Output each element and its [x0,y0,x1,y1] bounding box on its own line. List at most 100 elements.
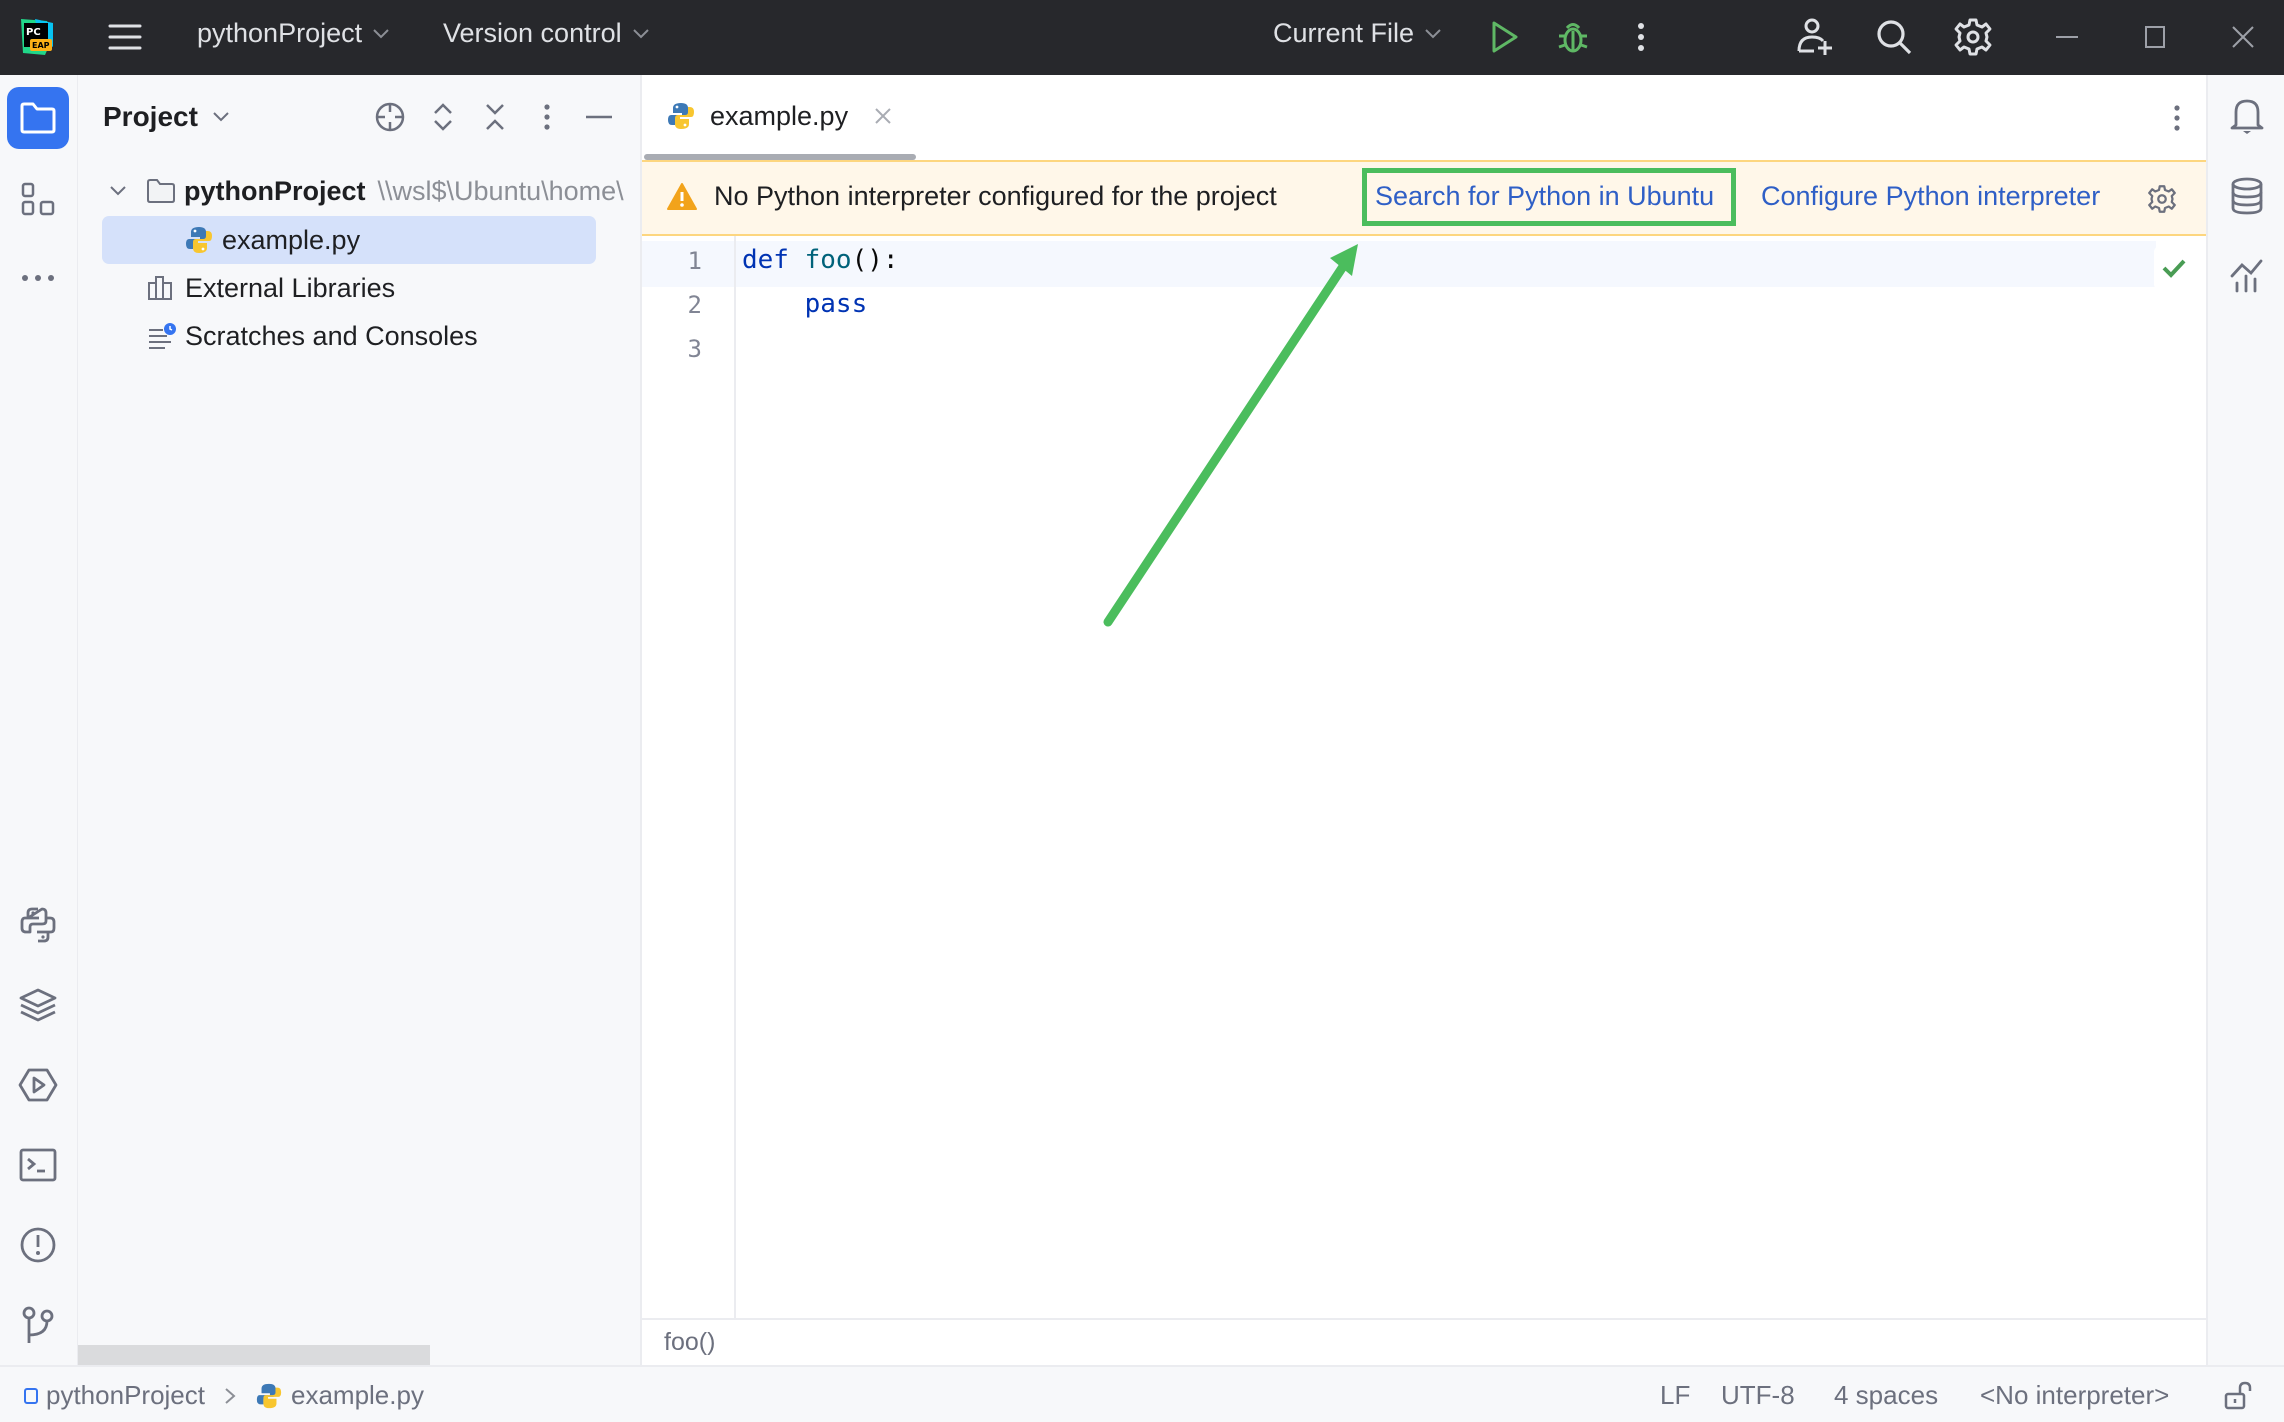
line-separator-widget[interactable]: LF [1660,1380,1690,1411]
code-breadcrumb-item[interactable]: foo() [664,1328,715,1357]
keyword-token: def [742,245,789,275]
profiler-button[interactable] [2222,251,2272,301]
pycharm-logo-icon[interactable]: PC EAP [14,14,60,60]
left-tool-window-bar [0,75,78,1365]
right-tool-window-bar [2206,75,2284,1365]
svg-text:EAP: EAP [32,41,50,50]
services-icon [18,1068,58,1102]
line-number-gutter [642,236,736,1318]
run-icon[interactable] [1482,14,1528,60]
title-bar: PC EAP pythonProject Version control Cur… [0,0,2284,75]
run-config-selector[interactable]: Current File [1273,18,1442,49]
warning-icon [667,183,697,210]
notifications-button[interactable] [2222,91,2272,141]
project-switcher[interactable]: pythonProject [197,18,390,49]
python-file-icon [256,1383,282,1408]
hide-panel-button[interactable] [579,97,619,137]
vcs-label: Version control [443,18,622,48]
notifications-icon [2230,99,2264,134]
collapse-all-button[interactable] [475,97,515,137]
line-number: 2 [687,291,702,319]
panel-title: Project [103,101,198,132]
layers-icon [19,988,57,1022]
chevron-down-icon[interactable] [108,184,128,198]
checkmark-icon [2162,259,2186,278]
banner-message: No Python interpreter configured for the… [714,181,1277,211]
module-icon [24,1387,38,1404]
structure-icon [21,182,55,216]
close-icon[interactable] [2220,14,2266,60]
code-line[interactable]: pass [742,289,868,319]
git-tool-button[interactable] [7,1294,69,1356]
nav-breadcrumb: pythonProject example.py [24,1380,424,1411]
maximize-icon[interactable] [2132,14,2178,60]
debug-icon[interactable] [1550,14,1596,60]
problems-tool-button[interactable] [7,1214,69,1276]
structure-tool-button[interactable] [7,168,69,230]
terminal-tool-button[interactable] [7,1134,69,1196]
locate-file-button[interactable] [370,97,410,137]
scratches-label: Scratches and Consoles [185,320,478,351]
chevron-down-icon [373,28,389,38]
configure-interpreter-link[interactable]: Configure Python interpreter [1761,181,2100,212]
breadcrumb-project[interactable]: pythonProject [46,1380,205,1411]
lock-open-icon[interactable] [2224,1381,2252,1411]
project-tool-window: Project pythonProject \\wsl$\Ubuntu\home… [78,75,642,1365]
function-name-token: foo [804,245,852,275]
run-config-label: Current File [1273,18,1415,48]
code-token: (): [851,245,899,275]
folder-icon [20,102,56,134]
interpreter-warning-banner: No Python interpreter configured for the… [642,160,2206,236]
settings-icon[interactable] [2147,184,2177,214]
svg-text:PC: PC [26,27,41,38]
database-button[interactable] [2222,171,2272,221]
horizontal-scrollbar[interactable] [78,1345,430,1365]
settings-icon[interactable] [1950,14,1996,60]
project-view-selector[interactable]: Project [103,101,230,133]
editor-tab-example-py[interactable]: example.py [666,91,892,141]
more-actions-icon[interactable] [1618,14,1664,60]
breadcrumb-file[interactable]: example.py [291,1380,424,1411]
more-vertical-icon [2174,105,2180,131]
tab-options-button[interactable] [2162,101,2192,135]
tree-item-external-libraries[interactable]: External Libraries [147,265,395,311]
folder-icon [147,179,175,203]
interpreter-widget[interactable]: <No interpreter> [1980,1380,2169,1411]
project-tool-button[interactable] [7,87,69,149]
code-line[interactable]: def foo(): [742,245,899,275]
line-number: 1 [687,247,702,275]
expand-all-button[interactable] [423,97,463,137]
close-tab-icon[interactable] [874,107,892,125]
more-tool-windows-button[interactable] [7,247,69,309]
inspection-status-widget[interactable] [2154,246,2194,290]
minimize-icon[interactable] [2044,14,2090,60]
project-name: pythonProject [197,18,363,48]
tree-item-scratches[interactable]: Scratches and Consoles [147,313,478,359]
python-console-button[interactable] [7,894,69,956]
tree-item-project-root[interactable]: pythonProject \\wsl$\Ubuntu\home\ [108,168,624,214]
tree-item-file[interactable]: example.py [184,217,360,263]
layers-tool-button[interactable] [7,974,69,1036]
project-root-name: pythonProject [184,175,366,206]
indent-widget[interactable]: 4 spaces [1834,1380,1938,1411]
encoding-widget[interactable]: UTF-8 [1721,1380,1795,1411]
add-user-icon[interactable] [1792,14,1838,60]
database-icon [2231,177,2263,215]
library-icon [148,276,172,300]
options-button[interactable] [527,97,567,137]
collapse-all-icon [486,104,504,130]
code-breadcrumb-bar: foo() [642,1318,2206,1365]
more-vertical-icon [544,104,550,130]
keyword-token: pass [804,289,868,319]
profiler-icon [2230,259,2263,293]
chevron-down-icon [632,28,649,38]
services-tool-button[interactable] [7,1054,69,1116]
search-icon[interactable] [1871,14,1917,60]
external-libraries-label: External Libraries [185,272,396,303]
problems-icon [20,1227,56,1263]
main-menu-icon[interactable] [102,14,148,60]
search-python-link[interactable]: Search for Python in Ubuntu [1375,181,1714,212]
vcs-menu[interactable]: Version control [443,18,650,49]
status-bar: pythonProject example.py LF UTF-8 4 spac… [0,1365,2284,1422]
